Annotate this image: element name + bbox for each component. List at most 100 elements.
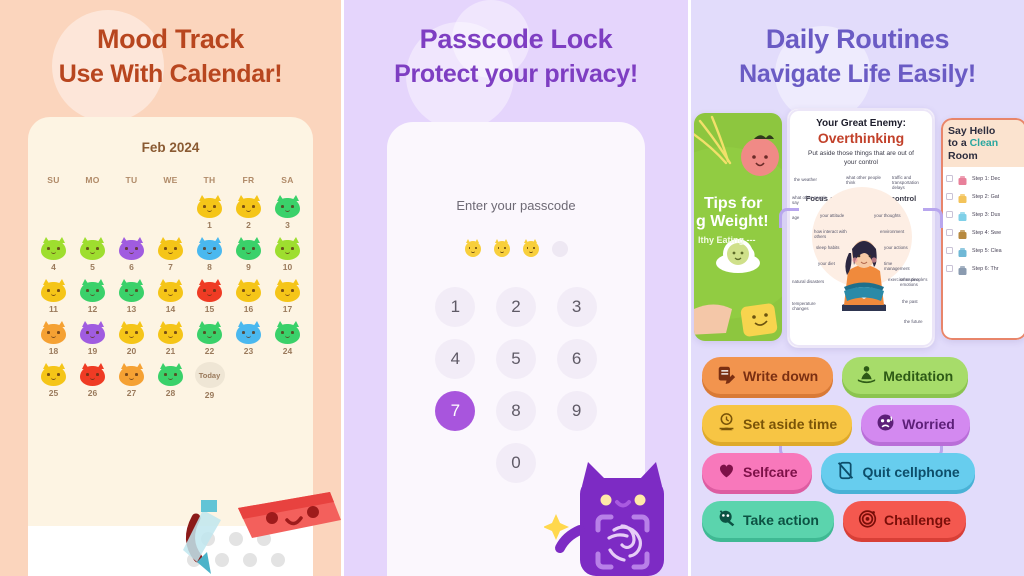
keypad-key-2[interactable]: 2 bbox=[495, 287, 536, 327]
calendar-day-3[interactable]: 3 bbox=[268, 194, 307, 230]
step-item-icon bbox=[957, 173, 968, 186]
mood-cat-icon bbox=[274, 320, 301, 344]
clean-room-step-row[interactable]: Step 2: Gat bbox=[946, 191, 1022, 204]
keypad-key-4[interactable]: 4 bbox=[435, 339, 476, 379]
note-pencil-icon bbox=[717, 365, 736, 387]
fingerprint-cat-mascot bbox=[544, 462, 664, 576]
passcode-keypad[interactable]: 123 456 7890 bbox=[387, 287, 645, 483]
weekday-fr: FR bbox=[242, 175, 255, 185]
calendar-day-15[interactable]: 15 bbox=[190, 278, 229, 314]
calendar-day-22[interactable]: 22 bbox=[190, 320, 229, 356]
word-cloud-outer: the future bbox=[904, 319, 923, 324]
keypad-key-5[interactable]: 5 bbox=[495, 339, 536, 379]
calendar-day-21[interactable]: 21 bbox=[151, 320, 190, 356]
mood-cat-icon bbox=[40, 362, 67, 386]
calendar-day-27[interactable]: 27 bbox=[112, 362, 151, 400]
calendar-day-number: 1 bbox=[207, 220, 212, 230]
calendar-day-28[interactable]: 28 bbox=[151, 362, 190, 400]
weekday-mo: MO bbox=[85, 175, 100, 185]
step-checkbox[interactable] bbox=[946, 175, 953, 183]
mood-cat-icon bbox=[196, 278, 223, 302]
pill-set-aside-time[interactable]: Set aside time bbox=[702, 405, 853, 442]
calendar-day-29[interactable]: Today 29 bbox=[190, 362, 229, 400]
clean-room-step-row[interactable]: Step 4: Swe bbox=[946, 227, 1022, 240]
step-checkbox[interactable] bbox=[946, 211, 953, 219]
keypad-key-1[interactable]: 1 bbox=[435, 287, 476, 327]
card-weight-tips[interactable]: Tips for g Weight! lthy Eating --- bbox=[694, 113, 782, 341]
calendar-day-2[interactable]: 2 bbox=[229, 194, 268, 230]
calendar-day-5[interactable]: 5 bbox=[73, 236, 112, 272]
calendar-day-10[interactable]: 10 bbox=[268, 236, 307, 272]
step-label: Step 4: Swe bbox=[972, 229, 1002, 236]
step-checkbox[interactable] bbox=[946, 229, 953, 237]
clean-room-header: Say Hello to a Clean Room bbox=[941, 118, 1024, 168]
calendar-day-number: 23 bbox=[243, 346, 254, 356]
calendar-day-16[interactable]: 16 bbox=[229, 278, 268, 314]
pill-meditation[interactable]: Meditation bbox=[842, 357, 969, 394]
mood-cat-icon bbox=[40, 236, 67, 260]
calendar-day-number: 24 bbox=[282, 346, 293, 356]
clean-room-step-row[interactable]: Step 6: Thr bbox=[946, 263, 1022, 276]
calendar-day-9[interactable]: 9 bbox=[229, 236, 268, 272]
clean-room-step-row[interactable]: Step 5: Clea bbox=[946, 245, 1022, 258]
calendar-day-18[interactable]: 18 bbox=[34, 320, 73, 356]
calendar-day-23[interactable]: 23 bbox=[229, 320, 268, 356]
step-checkbox[interactable] bbox=[946, 247, 953, 255]
pill-challenge[interactable]: Challenge bbox=[843, 501, 966, 538]
step-checkbox[interactable] bbox=[946, 193, 953, 201]
calendar-day-14[interactable]: 14 bbox=[151, 278, 190, 314]
routine-pill-list: Write down Meditation Set aside time Worrie… bbox=[691, 357, 1024, 549]
card-overthinking[interactable]: Your Great Enemy: Overthinking Put aside… bbox=[787, 108, 935, 348]
step-checkbox[interactable] bbox=[946, 265, 953, 273]
keypad-key-7[interactable]: 7 bbox=[435, 391, 476, 431]
card-clean-room[interactable]: Say Hello to a Clean Room Step 1: Dec Ste… bbox=[941, 118, 1024, 340]
clean-room-step-row[interactable]: Step 3: Dus bbox=[946, 209, 1022, 222]
calendar-day-1[interactable]: 1 bbox=[190, 194, 229, 230]
step-item-icon bbox=[957, 263, 968, 276]
calendar-day-7[interactable]: 7 bbox=[151, 236, 190, 272]
mood-cat-icon bbox=[157, 320, 184, 344]
calendar-day-24[interactable]: 24 bbox=[268, 320, 307, 356]
pill-worried[interactable]: Worried bbox=[861, 405, 970, 442]
calendar-day-11[interactable]: 11 bbox=[34, 278, 73, 314]
word-cloud-outer: other people's emotions bbox=[900, 277, 928, 288]
calendar-day-25[interactable]: 25 bbox=[34, 362, 73, 400]
pill-row: Selfcare Quit cellphone bbox=[691, 453, 1024, 490]
keypad-key-6[interactable]: 6 bbox=[556, 339, 597, 379]
keypad-key-0[interactable]: 0 bbox=[495, 443, 536, 483]
calendar-week-row: 11 12 13 14 15 16 17 bbox=[34, 278, 307, 314]
pill-write-down[interactable]: Write down bbox=[702, 357, 834, 394]
clean-room-title-l2a: to a bbox=[948, 137, 970, 150]
calendar-day-20[interactable]: 20 bbox=[112, 320, 151, 356]
panel2-heading: Passcode Lock Protect your privacy! bbox=[344, 0, 688, 89]
calendar-day-number: 21 bbox=[165, 346, 176, 356]
calendar-day-number: 26 bbox=[87, 388, 98, 398]
panel-mood-track: Mood Track Use With Calendar! Feb 2024 S… bbox=[0, 0, 341, 576]
weekday-we: WE bbox=[163, 175, 178, 185]
calendar-day-number: 3 bbox=[285, 220, 290, 230]
weekday-tu: TU bbox=[125, 175, 138, 185]
calendar-day-8[interactable]: 8 bbox=[190, 236, 229, 272]
calendar-day-4[interactable]: 4 bbox=[34, 236, 73, 272]
keypad-key-9[interactable]: 9 bbox=[556, 391, 597, 431]
calendar-day-19[interactable]: 19 bbox=[73, 320, 112, 356]
calendar-day-26[interactable]: 26 bbox=[73, 362, 112, 400]
calendar-day-17[interactable]: 17 bbox=[268, 278, 307, 314]
step-item-icon bbox=[957, 209, 968, 222]
clean-room-step-row[interactable]: Step 1: Dec bbox=[946, 173, 1022, 186]
keypad-key-3[interactable]: 3 bbox=[556, 287, 597, 327]
calendar-day-13[interactable]: 13 bbox=[112, 278, 151, 314]
calendar-day-6[interactable]: 6 bbox=[112, 236, 151, 272]
calendar-day-number: 15 bbox=[204, 304, 215, 314]
step-label: Step 2: Gat bbox=[972, 193, 1000, 200]
step-item-icon bbox=[957, 227, 968, 240]
pill-take-action[interactable]: Take action bbox=[702, 501, 834, 538]
calendar-day-number: 14 bbox=[165, 304, 176, 314]
card-overthinking-title: Overthinking bbox=[817, 130, 905, 146]
keypad-key-8[interactable]: 8 bbox=[495, 391, 536, 431]
passcode-dot-filled bbox=[464, 239, 481, 257]
pill-selfcare[interactable]: Selfcare bbox=[702, 453, 813, 490]
pill-quit-cellphone[interactable]: Quit cellphone bbox=[821, 453, 975, 490]
heart-icon bbox=[717, 461, 736, 483]
calendar-day-12[interactable]: 12 bbox=[73, 278, 112, 314]
